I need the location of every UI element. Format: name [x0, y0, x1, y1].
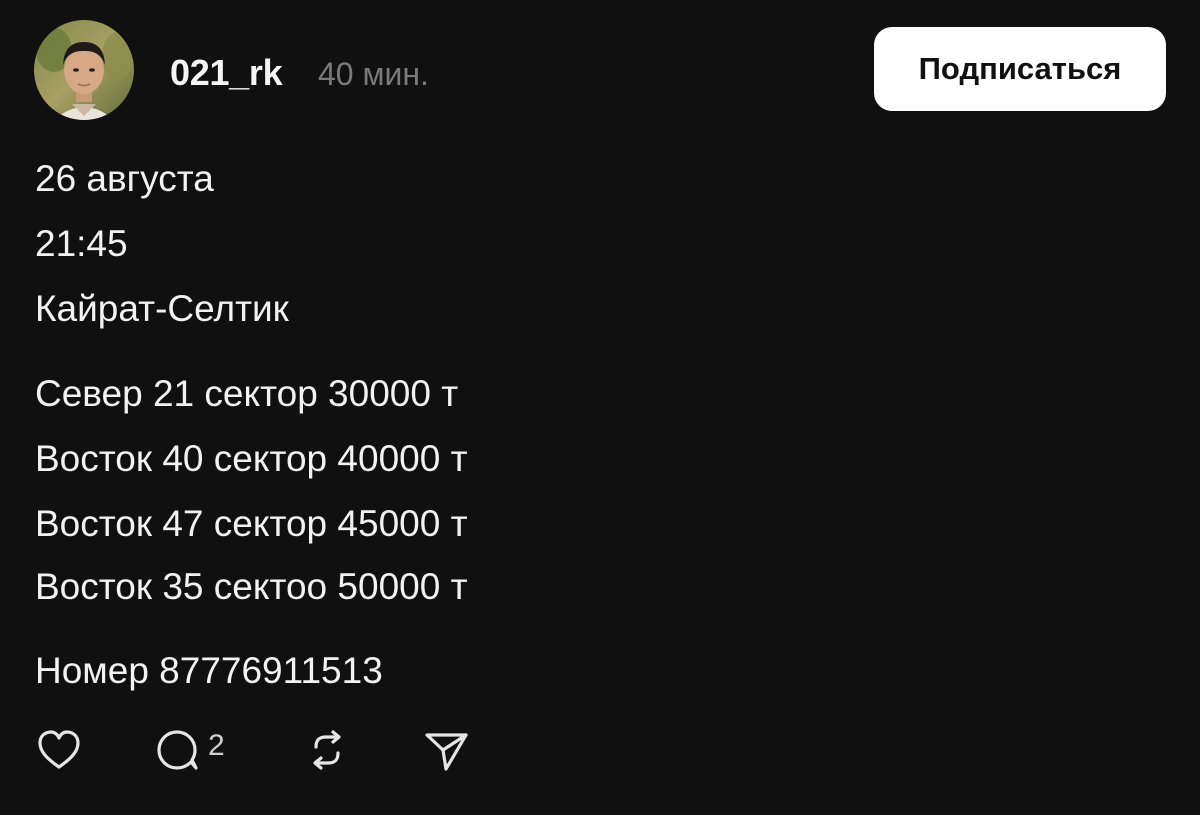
post-time: 40 мин.: [318, 56, 429, 92]
post-text-line: Номер 87776911513: [35, 650, 383, 691]
post-text-line: Север 21 сектор 30000 т: [35, 373, 459, 414]
avatar[interactable]: [34, 20, 134, 120]
post-text-line: Восток 40 сектор 40000 т: [35, 438, 468, 479]
post-text-line: Восток 35 сектоо 50000 т: [35, 566, 468, 607]
follow-button[interactable]: Подписаться: [874, 27, 1166, 111]
post-text-line: Восток 47 сектор 45000 т: [35, 503, 468, 544]
post-actions: 2: [0, 725, 1200, 785]
post-text-line: 21:45: [35, 223, 128, 264]
reply-count: 2: [208, 729, 225, 762]
send-icon: [425, 733, 468, 771]
like-button[interactable]: [34, 725, 84, 775]
username[interactable]: 021_rk: [170, 52, 283, 94]
share-button[interactable]: [422, 725, 472, 775]
post-text-line: 26 августа: [35, 158, 214, 199]
comment-bubble-icon: [157, 730, 198, 770]
avatar-photo: [34, 20, 134, 120]
repost-button[interactable]: [302, 725, 352, 775]
repost-icon: [313, 730, 341, 770]
reply-button[interactable]: 2: [152, 725, 225, 775]
heart-icon: [38, 730, 80, 769]
post-text-line: Кайрат-Селтик: [35, 288, 289, 329]
thread-post: 021_rk 40 мин. Подписаться 26 августа 21…: [0, 0, 1200, 815]
